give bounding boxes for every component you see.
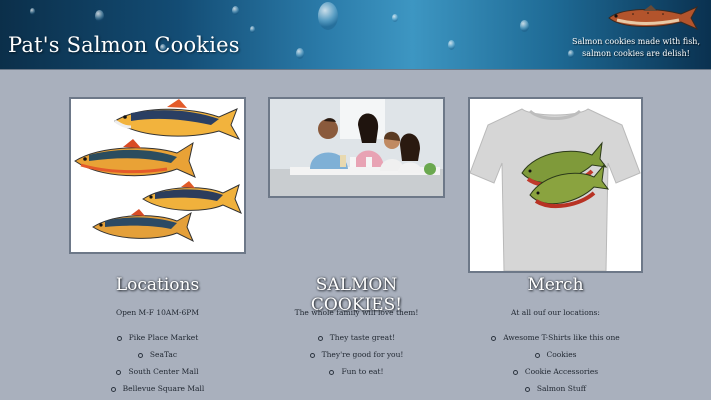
list-item: SeaTac: [69, 346, 246, 363]
list-item: Cookie Accessories: [468, 363, 643, 380]
list-item: Fun to eat!: [268, 363, 445, 380]
list-item: They're good for you!: [268, 346, 445, 363]
site-title: Pat's Salmon Cookies: [8, 33, 240, 57]
salmon-tshirt-image: [468, 97, 643, 273]
water-drop: [250, 26, 255, 33]
water-drop: [296, 48, 304, 59]
list-item: Pike Place Market: [69, 329, 246, 346]
salmon-logo-icon: [608, 5, 699, 31]
salmon-illustration: [74, 139, 196, 178]
water-drop: [520, 20, 529, 32]
list-item: Bellevue Square Mall: [69, 380, 246, 397]
benefits-list: They taste great! They're good for you! …: [268, 329, 445, 380]
merch-list: Awesome T-Shirts like this one Cookies C…: [468, 329, 643, 397]
column-subtitle: At all ouf our locations:: [511, 308, 600, 317]
water-drop: [95, 10, 104, 22]
locations-column: Locations Open M-F 10AM-6PM Pike Place M…: [69, 97, 246, 393]
water-drop: [448, 40, 455, 50]
salmon-illustration: [92, 209, 194, 243]
list-item: Salmon Stuff: [468, 380, 643, 397]
salmon-cookies-column: SALMON COOKIES! The whole family will lo…: [268, 97, 445, 376]
water-drop: [392, 14, 398, 22]
salmon-illustration: [114, 99, 241, 140]
salmon-illustration: [142, 181, 242, 214]
list-item: South Center Mall: [69, 363, 246, 380]
list-item: They taste great!: [268, 329, 445, 346]
site-header: Pat's Salmon Cookies Salmon cookies made…: [0, 0, 711, 70]
column-subtitle: The whole family will love them!: [294, 308, 419, 317]
list-item: Cookies: [468, 346, 643, 363]
salmon-illustrations-image: [69, 97, 246, 254]
list-item: Awesome T-Shirts like this one: [468, 329, 643, 346]
water-drop: [232, 6, 239, 15]
merch-column: Merch At all ouf our locations: Awesome …: [468, 97, 643, 393]
site-tagline: Salmon cookies made with fish, salmon co…: [571, 37, 700, 58]
column-heading: Merch: [527, 275, 584, 295]
family-photo-image: [268, 97, 445, 198]
column-subtitle: Open M-F 10AM-6PM: [115, 308, 200, 317]
locations-list: Pike Place Market SeaTac South Center Ma…: [69, 329, 246, 397]
water-drop: [30, 8, 35, 15]
water-drop: [318, 2, 338, 30]
column-heading: Locations: [115, 275, 200, 295]
